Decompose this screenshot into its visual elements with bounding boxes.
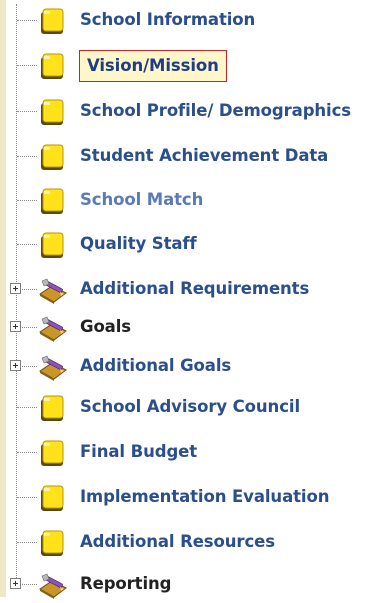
- sticky-note-icon: [38, 529, 68, 559]
- tree-item-implementation-evaluation[interactable]: Implementation Evaluation: [0, 480, 371, 516]
- expand-plus-icon[interactable]: [10, 283, 21, 294]
- tree-item-label[interactable]: Student Achievement Data: [80, 146, 328, 165]
- tree-branch-connector: [17, 111, 37, 112]
- tree-item-quality-staff[interactable]: Quality Staff: [0, 227, 371, 263]
- tree-branch-connector: [17, 407, 37, 408]
- tree-item-label[interactable]: Goals: [80, 317, 131, 336]
- sticky-note-icon: [38, 143, 68, 173]
- tree-item-student-achievement-data[interactable]: Student Achievement Data: [0, 139, 371, 175]
- tree-item-label[interactable]: Implementation Evaluation: [80, 487, 329, 506]
- expand-plus-icon[interactable]: [10, 578, 21, 589]
- tree-item-label[interactable]: Final Budget: [80, 442, 197, 461]
- tree-item-additional-goals[interactable]: Additional Goals: [0, 349, 371, 385]
- tree-item-label[interactable]: School Match: [80, 190, 203, 209]
- tree-branch-connector: [17, 156, 37, 157]
- tree-item-label[interactable]: Reporting: [80, 574, 171, 593]
- tree-item-label-selected[interactable]: Vision/Mission: [79, 50, 227, 82]
- tree-item-label[interactable]: Additional Resources: [80, 532, 275, 551]
- navigation-tree: School Information Vision/Mission School…: [0, 0, 371, 599]
- tree-item-label[interactable]: Quality Staff: [80, 234, 197, 253]
- tree-branch-connector: [17, 542, 37, 543]
- tree-item-additional-resources[interactable]: Additional Resources: [0, 525, 371, 561]
- pencil-book-icon: [38, 276, 68, 306]
- tree-branch-connector: [17, 497, 37, 498]
- sticky-note-icon: [38, 231, 68, 261]
- tree-item-label[interactable]: School Information: [80, 10, 255, 29]
- expand-plus-icon[interactable]: [10, 321, 21, 332]
- tree-item-school-match[interactable]: School Match: [0, 183, 371, 219]
- tree-branch-connector: [17, 244, 37, 245]
- tree-item-school-advisory-council[interactable]: School Advisory Council: [0, 390, 371, 426]
- tree-branch-connector: [17, 65, 37, 66]
- tree-item-label[interactable]: School Profile/ Demographics: [80, 101, 351, 120]
- sticky-note-icon: [38, 484, 68, 514]
- sticky-note-icon: [38, 439, 68, 469]
- sticky-note-icon: [38, 7, 68, 37]
- expand-plus-icon[interactable]: [10, 360, 21, 371]
- tree-item-additional-requirements[interactable]: Additional Requirements: [0, 272, 371, 308]
- tree-item-label[interactable]: Additional Goals: [80, 356, 231, 375]
- sticky-note-icon: [38, 98, 68, 128]
- sticky-note-icon: [38, 187, 68, 217]
- tree-item-label[interactable]: Additional Requirements: [80, 279, 309, 298]
- tree-item-goals[interactable]: Goals: [0, 310, 371, 346]
- sticky-note-icon: [38, 394, 68, 424]
- sticky-note-icon: [38, 52, 68, 82]
- tree-item-school-information[interactable]: School Information: [0, 3, 371, 39]
- tree-item-reporting[interactable]: Reporting: [0, 567, 371, 603]
- tree-branch-connector: [17, 20, 37, 21]
- tree-item-vision-mission[interactable]: Vision/Mission: [0, 48, 371, 84]
- pencil-book-icon: [38, 314, 68, 344]
- pencil-book-icon: [38, 353, 68, 383]
- tree-item-school-profile-demographics[interactable]: School Profile/ Demographics: [0, 94, 371, 130]
- tree-item-final-budget[interactable]: Final Budget: [0, 435, 371, 471]
- tree-branch-connector: [17, 200, 37, 201]
- tree-branch-connector: [17, 452, 37, 453]
- tree-item-label[interactable]: School Advisory Council: [80, 397, 300, 416]
